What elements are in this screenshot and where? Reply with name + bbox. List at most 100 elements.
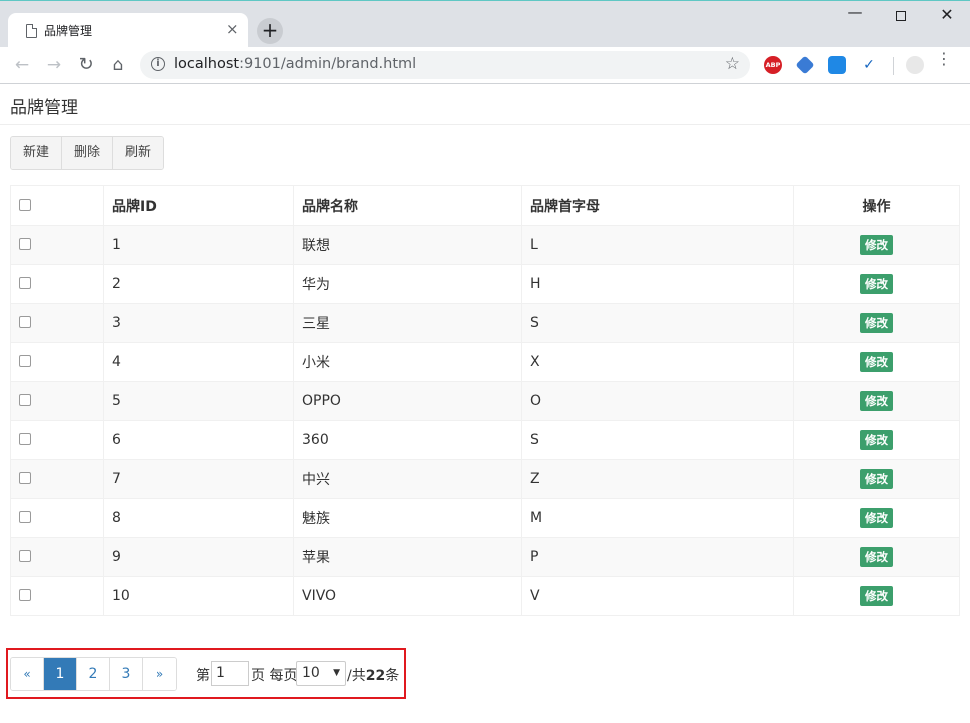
- delete-button[interactable]: 删除: [62, 137, 114, 169]
- maximize-button[interactable]: [891, 7, 911, 25]
- select-all-checkbox[interactable]: [19, 198, 31, 211]
- brand-name-cell: OPPO: [293, 381, 522, 421]
- prev-page-button[interactable]: «: [11, 658, 44, 690]
- new-tab-button[interactable]: +: [257, 18, 283, 44]
- minimize-button[interactable]: —: [845, 3, 865, 21]
- address-bar[interactable]: i localhost:9101/admin/brand.html ☆: [140, 51, 750, 79]
- operation-cell: 修改: [793, 342, 960, 382]
- row-check-cell: [10, 537, 104, 577]
- window-close-button[interactable]: ✕: [937, 5, 957, 24]
- page-size-label: 页 每页: [251, 668, 298, 684]
- header-brand-name[interactable]: 品牌名称: [293, 185, 522, 226]
- bookmark-star-icon[interactable]: ☆: [725, 54, 740, 74]
- next-page-button[interactable]: »: [143, 658, 176, 690]
- page-title: 品牌管理: [10, 98, 78, 118]
- row-checkbox[interactable]: [19, 316, 31, 328]
- adblock-extension-icon[interactable]: ABP: [764, 56, 782, 74]
- edit-button[interactable]: 修改: [860, 508, 893, 528]
- total-suffix: 条: [385, 668, 400, 684]
- extension-pen-icon[interactable]: [828, 56, 846, 74]
- header-first-char[interactable]: 品牌首字母: [521, 185, 794, 226]
- edit-button[interactable]: 修改: [860, 547, 893, 567]
- edit-button[interactable]: 修改: [860, 313, 893, 333]
- operation-cell: 修改: [793, 498, 960, 538]
- page-size-select[interactable]: 10 ▼: [296, 661, 346, 686]
- extension-diamond-icon[interactable]: [795, 55, 815, 75]
- row-checkbox[interactable]: [19, 355, 31, 367]
- edit-button[interactable]: 修改: [860, 586, 893, 606]
- edit-button[interactable]: 修改: [860, 430, 893, 450]
- brand-id-cell: 9: [103, 537, 294, 577]
- title-divider: [0, 124, 970, 125]
- extension-v-icon[interactable]: ✓: [860, 56, 878, 74]
- row-checkbox[interactable]: [19, 394, 31, 406]
- brand-id-cell: 10: [103, 576, 294, 616]
- home-icon[interactable]: ⌂: [107, 55, 129, 75]
- new-button[interactable]: 新建: [11, 137, 63, 169]
- browser-tab[interactable]: 品牌管理 ×: [8, 13, 248, 48]
- edit-button[interactable]: 修改: [860, 352, 893, 372]
- refresh-button[interactable]: 刷新: [113, 137, 164, 169]
- document-icon: [26, 24, 37, 38]
- first-char-cell: S: [521, 420, 794, 460]
- tab-close-icon[interactable]: ×: [226, 20, 239, 38]
- row-checkbox[interactable]: [19, 277, 31, 289]
- browser-menu-icon[interactable]: ⋮: [936, 51, 952, 67]
- brand-name-cell: 三星: [293, 303, 522, 343]
- brand-name-cell: 魅族: [293, 498, 522, 538]
- operation-cell: 修改: [793, 576, 960, 616]
- page-button-2[interactable]: 2: [77, 658, 110, 690]
- brand-id-cell: 3: [103, 303, 294, 343]
- table-row: 10 VIVO V 修改: [10, 576, 960, 616]
- address-url[interactable]: localhost:9101/admin/brand.html: [174, 56, 416, 72]
- first-char-cell: H: [521, 264, 794, 304]
- brand-name-cell: 小米: [293, 342, 522, 382]
- forward-arrow-icon[interactable]: →: [43, 55, 65, 75]
- operation-cell: 修改: [793, 303, 960, 343]
- page-button-1[interactable]: 1: [44, 658, 77, 690]
- table-row: 2 华为 H 修改: [10, 264, 960, 304]
- edit-button[interactable]: 修改: [860, 391, 893, 411]
- row-check-cell: [10, 303, 104, 343]
- table-row: 7 中兴 Z 修改: [10, 459, 960, 499]
- row-checkbox[interactable]: [19, 472, 31, 484]
- operation-cell: 修改: [793, 381, 960, 421]
- pagination: « 1 2 3 »: [10, 657, 177, 691]
- row-checkbox[interactable]: [19, 238, 31, 250]
- profile-avatar-icon[interactable]: [906, 56, 924, 74]
- table-row: 9 苹果 P 修改: [10, 537, 960, 577]
- brand-id-cell: 6: [103, 420, 294, 460]
- header-operation: 操作: [793, 185, 960, 226]
- table-row: 6 360 S 修改: [10, 420, 960, 460]
- first-char-cell: X: [521, 342, 794, 382]
- row-check-cell: [10, 576, 104, 616]
- row-check-cell: [10, 420, 104, 460]
- url-path: :9101/admin/brand.html: [239, 56, 417, 72]
- edit-button[interactable]: 修改: [860, 469, 893, 489]
- brand-id-cell: 1: [103, 225, 294, 265]
- edit-button[interactable]: 修改: [860, 274, 893, 294]
- back-arrow-icon[interactable]: ←: [11, 55, 33, 75]
- row-checkbox[interactable]: [19, 433, 31, 445]
- header-brand-id[interactable]: 品牌ID: [103, 185, 294, 226]
- table-row: 1 联想 L 修改: [10, 225, 960, 265]
- first-char-cell: M: [521, 498, 794, 538]
- row-checkbox[interactable]: [19, 511, 31, 523]
- operation-cell: 修改: [793, 225, 960, 265]
- brand-name-cell: 苹果: [293, 537, 522, 577]
- page-number-input[interactable]: 1: [211, 661, 249, 686]
- row-checkbox[interactable]: [19, 589, 31, 601]
- row-check-cell: [10, 264, 104, 304]
- page-button-3[interactable]: 3: [110, 658, 143, 690]
- info-icon[interactable]: i: [151, 57, 165, 71]
- row-checkbox[interactable]: [19, 550, 31, 562]
- operation-cell: 修改: [793, 264, 960, 304]
- table-row: 8 魅族 M 修改: [10, 498, 960, 538]
- brand-id-cell: 8: [103, 498, 294, 538]
- brand-id-cell: 4: [103, 342, 294, 382]
- edit-button[interactable]: 修改: [860, 235, 893, 255]
- page-size-value: 10: [302, 665, 320, 681]
- select-all-cell: [10, 185, 104, 226]
- browser-titlebar: 品牌管理 × + — ✕: [0, 0, 970, 48]
- reload-icon[interactable]: ↻: [75, 54, 97, 75]
